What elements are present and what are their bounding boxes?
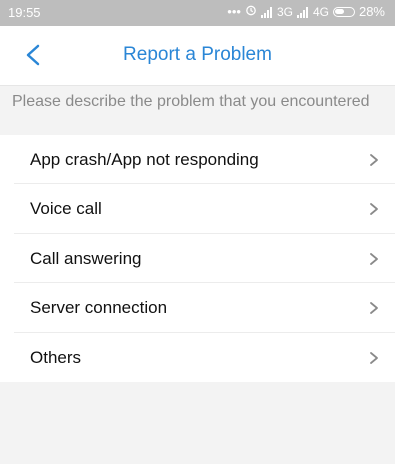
problem-item-label: Server connection	[30, 298, 168, 318]
signal-1-icon	[260, 6, 273, 18]
problem-item-label: App crash/App not responding	[30, 150, 259, 169]
problem-item-label: Call answering	[30, 248, 142, 268]
chevron-right-icon	[369, 351, 379, 365]
problem-list: App crash/App not responding Voice call …	[0, 135, 395, 382]
notification-dots: •••	[227, 4, 241, 19]
problem-item-app-crash[interactable]: App crash/App not responding	[14, 135, 395, 185]
problem-item-label: Others	[30, 347, 82, 367]
problem-item-voice-call[interactable]: Voice call	[14, 184, 395, 234]
problem-item-call-answering[interactable]: Call answering	[14, 234, 395, 284]
network-2-label: 4G	[312, 4, 329, 19]
section-label: Please describe the problem that you enc…	[12, 93, 370, 110]
problem-item-label: Voice call	[30, 199, 102, 219]
problem-item-others[interactable]: Others	[14, 333, 395, 382]
page-title: Report a Problem	[123, 44, 272, 65]
battery-icon	[332, 6, 355, 17]
battery-percent: 28%	[358, 4, 385, 19]
signal-2-icon	[296, 6, 309, 18]
status-time: 19:55	[8, 5, 41, 20]
problem-item-server-connection[interactable]: Server connection	[14, 283, 395, 333]
chevron-right-icon	[369, 153, 379, 167]
status-bar: 19:55 ••• 3G 4G 28%	[0, 0, 395, 26]
top-bar: Report a Problem	[0, 26, 395, 86]
network-1-label: 3G	[276, 4, 293, 19]
chevron-right-icon	[369, 202, 379, 216]
chevron-right-icon	[369, 301, 379, 315]
chevron-right-icon	[369, 252, 379, 266]
status-icons: ••• 3G 4G 28%	[227, 4, 385, 19]
alarm-icon	[245, 4, 257, 19]
